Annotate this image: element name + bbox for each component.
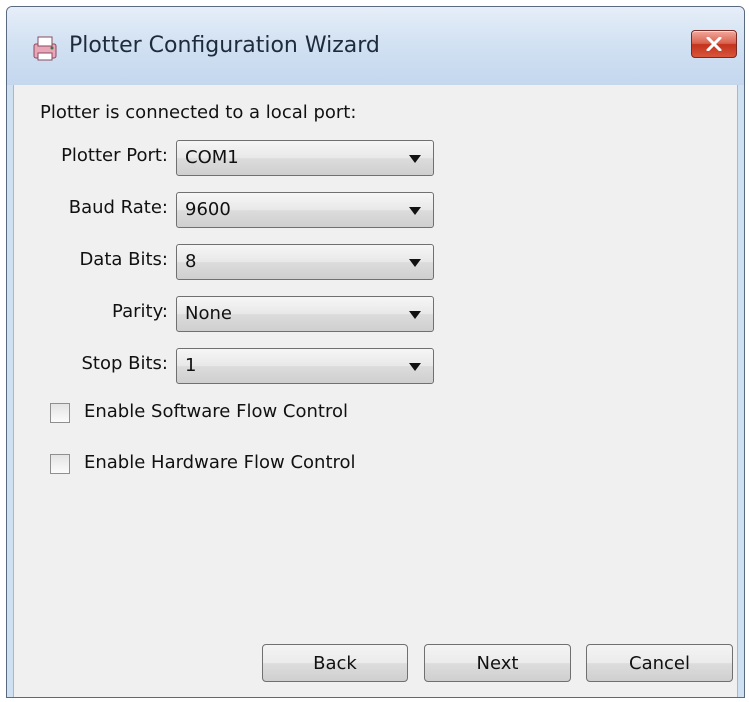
app-icon: [31, 34, 59, 62]
baud-rate-label: Baud Rate:: [68, 197, 168, 218]
next-button[interactable]: Next: [424, 644, 571, 682]
plotter-port-select[interactable]: COM1: [176, 140, 434, 176]
baud-rate-select[interactable]: 9600: [176, 192, 434, 228]
window-title: Plotter Configuration Wizard: [69, 33, 380, 58]
software-flow-control-row: Enable Software Flow Control: [50, 401, 410, 427]
parity-value: None: [185, 303, 232, 324]
back-button[interactable]: Back: [262, 644, 408, 682]
plotter-port-label: Plotter Port:: [61, 145, 168, 166]
software-flow-control-label: Enable Software Flow Control: [84, 401, 348, 422]
connection-section-label: Plotter is connected to a local port:: [40, 102, 357, 123]
chevron-down-icon: [409, 207, 421, 215]
hardware-flow-control-label: Enable Hardware Flow Control: [84, 452, 356, 473]
parity-label: Parity:: [112, 301, 168, 322]
stop-bits-label: Stop Bits:: [81, 353, 169, 374]
chevron-down-icon: [409, 363, 421, 371]
cancel-button[interactable]: Cancel: [586, 644, 733, 682]
hardware-flow-control-row: Enable Hardware Flow Control: [50, 452, 410, 478]
chevron-down-icon: [409, 311, 421, 319]
chevron-down-icon: [409, 259, 421, 267]
data-bits-select[interactable]: 8: [176, 244, 434, 280]
baud-rate-value: 9600: [185, 199, 231, 220]
hardware-flow-control-checkbox[interactable]: [50, 454, 70, 474]
title-bar: Plotter Configuration Wizard: [7, 7, 744, 85]
close-icon: [706, 37, 722, 51]
stop-bits-select[interactable]: 1: [176, 348, 434, 384]
data-bits-label: Data Bits:: [79, 249, 168, 270]
dialog-body: [13, 85, 738, 697]
data-bits-value: 8: [185, 251, 197, 272]
plotter-port-value: COM1: [185, 147, 239, 168]
software-flow-control-checkbox[interactable]: [50, 403, 70, 423]
stop-bits-value: 1: [185, 355, 197, 376]
chevron-down-icon: [409, 155, 421, 163]
parity-select[interactable]: None: [176, 296, 434, 332]
close-button[interactable]: [691, 30, 737, 58]
